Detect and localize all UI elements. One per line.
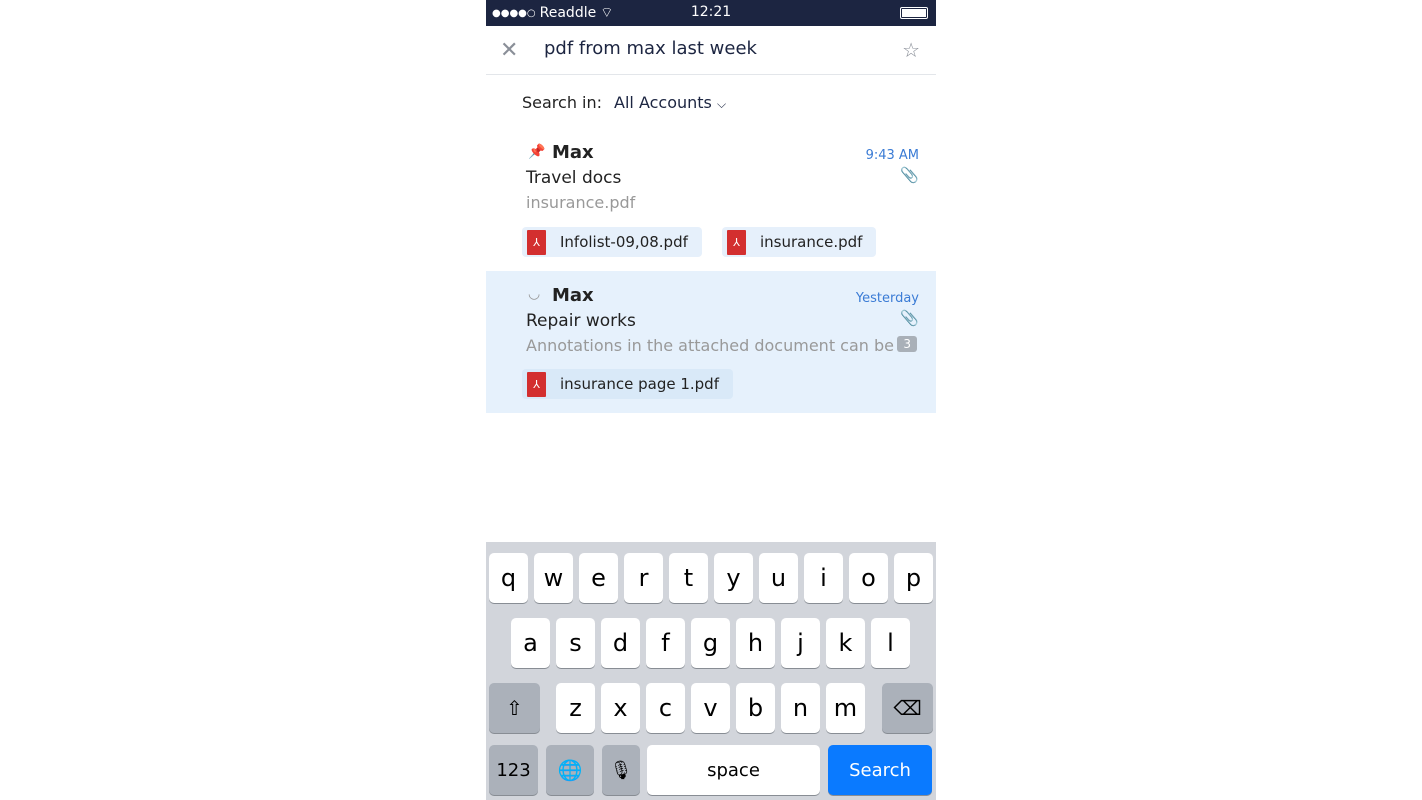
paperclip-icon: 📎 (900, 166, 919, 184)
account-value: All Accounts (614, 93, 712, 112)
pdf-icon: ⅄ (527, 229, 546, 255)
message-sender: Max (552, 142, 594, 163)
key-h[interactable]: h (736, 618, 775, 668)
message-subject: Travel docs (526, 168, 622, 188)
key-z[interactable]: z (556, 683, 595, 733)
message-preview: Annotations in the attached document can… (526, 336, 894, 355)
key-s[interactable]: s (556, 618, 595, 668)
close-icon[interactable]: ✕ (500, 38, 518, 63)
message-sender: Max (552, 285, 594, 306)
chevron-down-icon: ⌵ (716, 97, 727, 111)
globe-icon: 🌐 (557, 758, 583, 782)
key-n[interactable]: n (781, 683, 820, 733)
search-key[interactable]: Search (828, 745, 932, 795)
attachment-chip[interactable]: ⅄ Infolist-09,08.pdf (522, 227, 702, 257)
phone-screen: ●●●●○ Readdle ⌔ 12:21 ✕ pdf from max last … (486, 0, 936, 800)
pin-icon: 📌 (528, 144, 546, 160)
message-preview: insurance.pdf (526, 193, 636, 212)
search-header: ✕ pdf from max last week ☆ (486, 26, 936, 75)
search-scope: Search in: All Accounts ⌵ (522, 93, 726, 112)
key-f[interactable]: f (646, 618, 685, 668)
space-key[interactable]: space (647, 745, 820, 795)
message-item[interactable]: ◡ Max Yesterday 📎 Repair works Annotatio… (486, 271, 936, 413)
globe-key[interactable]: 🌐 (546, 745, 594, 795)
shift-key[interactable]: ⇧ (489, 683, 540, 733)
key-y[interactable]: y (714, 553, 753, 603)
key-w[interactable]: w (534, 553, 573, 603)
key-k[interactable]: k (826, 618, 865, 668)
key-c[interactable]: c (646, 683, 685, 733)
key-g[interactable]: g (691, 618, 730, 668)
search-input[interactable]: pdf from max last week (544, 38, 757, 59)
key-r[interactable]: r (624, 553, 663, 603)
status-bar: ●●●●○ Readdle ⌔ 12:21 (486, 0, 936, 26)
key-q[interactable]: q (489, 553, 528, 603)
backspace-key[interactable]: ⌫ (882, 683, 933, 733)
account-dropdown[interactable]: All Accounts ⌵ (614, 93, 726, 112)
key-t[interactable]: t (669, 553, 708, 603)
key-v[interactable]: v (691, 683, 730, 733)
shift-icon: ⇧ (506, 696, 523, 720)
numbers-key[interactable]: 123 (489, 745, 538, 795)
key-l[interactable]: l (871, 618, 910, 668)
key-d[interactable]: d (601, 618, 640, 668)
attachment-name: insurance page 1.pdf (560, 375, 719, 393)
key-a[interactable]: a (511, 618, 550, 668)
star-icon[interactable]: ☆ (902, 38, 920, 62)
search-in-label: Search in: (522, 93, 603, 112)
key-u[interactable]: u (759, 553, 798, 603)
clock: 12:21 (690, 4, 732, 20)
microphone-icon: 🎙 (609, 759, 633, 781)
attachment-name: insurance.pdf (760, 233, 863, 251)
thread-count-badge: 3 (897, 336, 917, 352)
message-time: 9:43 AM (865, 148, 919, 163)
message-time: Yesterday (855, 291, 919, 306)
key-e[interactable]: e (579, 553, 618, 603)
attachment-chip[interactable]: ⅄ insurance page 1.pdf (522, 369, 733, 399)
key-o[interactable]: o (849, 553, 888, 603)
person-icon: ◡ (528, 286, 541, 302)
message-subject: Repair works (526, 311, 636, 331)
attachment-name: Infolist-09,08.pdf (560, 233, 688, 251)
message-item[interactable]: 📌 Max 9:43 AM 📎 Travel docs insurance.pd… (486, 132, 936, 271)
backspace-icon: ⌫ (893, 696, 922, 720)
key-j[interactable]: j (781, 618, 820, 668)
key-m[interactable]: m (826, 683, 865, 733)
battery-icon (900, 7, 928, 19)
keyboard: ⇧ ⌫ 123 🌐 🎙 space Search qwertyuiop asdfg… (486, 542, 936, 800)
key-b[interactable]: b (736, 683, 775, 733)
attachment-chip[interactable]: ⅄ insurance.pdf (722, 227, 877, 257)
microphone-key[interactable]: 🎙 (602, 745, 640, 795)
key-p[interactable]: p (894, 553, 933, 603)
pdf-icon: ⅄ (727, 229, 746, 255)
paperclip-icon: 📎 (900, 309, 919, 327)
key-i[interactable]: i (804, 553, 843, 603)
key-x[interactable]: x (601, 683, 640, 733)
pdf-icon: ⅄ (527, 371, 546, 397)
